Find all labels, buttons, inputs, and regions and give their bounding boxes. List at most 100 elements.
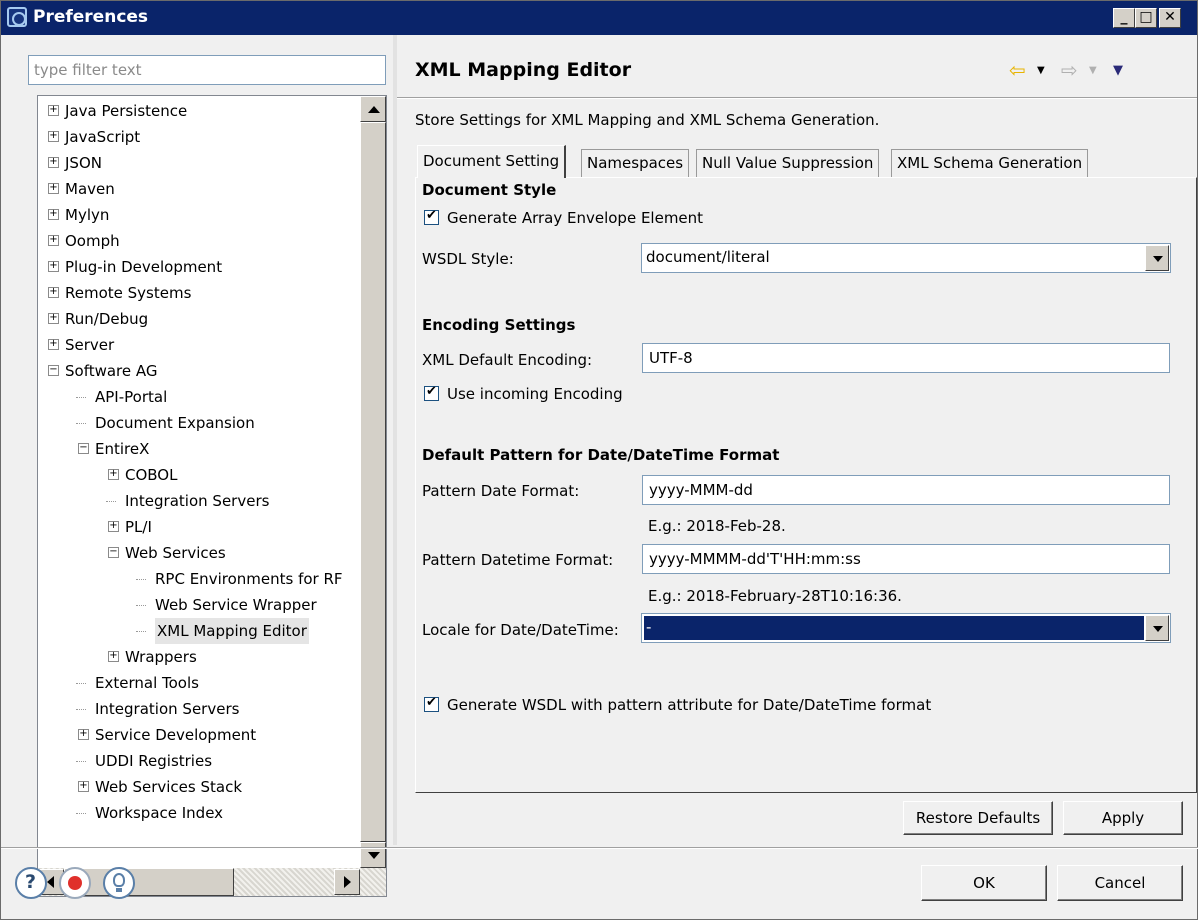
expand-icon[interactable]: +: [48, 157, 59, 168]
tree-item[interactable]: − Web Services: [38, 540, 360, 566]
wsdl-pattern-checkbox-row[interactable]: Generate WSDL with pattern attribute for…: [424, 695, 1024, 716]
tree-item[interactable]: + Mylyn: [38, 202, 360, 228]
tab-null-value-suppression[interactable]: Null Value Suppression: [696, 149, 880, 177]
locale-dropdown-icon[interactable]: [1145, 615, 1169, 641]
tree-item-label: Web Services Stack: [95, 778, 243, 796]
tab-namespaces[interactable]: Namespaces: [581, 149, 690, 177]
expand-icon[interactable]: +: [48, 105, 59, 116]
tree-item[interactable]: + JavaScript: [38, 124, 360, 150]
view-menu-icon[interactable]: ▼: [1113, 63, 1123, 78]
expand-icon[interactable]: +: [78, 781, 89, 792]
expand-icon[interactable]: +: [48, 287, 59, 298]
wsdl-pattern-checkbox[interactable]: [424, 695, 439, 712]
tree-connector: [76, 709, 86, 710]
tree-item[interactable]: + Server: [38, 332, 360, 358]
document-style-heading: Document Style: [422, 181, 557, 199]
vertical-scroll-thumb[interactable]: [360, 122, 386, 842]
tree-item[interactable]: UDDI Registries: [38, 748, 360, 774]
page-navigation: ⇦ ▼ ⇨ ▼ ▼: [1009, 58, 1179, 83]
tree-item[interactable]: + Maven: [38, 176, 360, 202]
tree-item[interactable]: + Oomph: [38, 228, 360, 254]
use-incoming-checkbox[interactable]: [424, 384, 439, 401]
tree-item[interactable]: API-Portal: [38, 384, 360, 410]
title-bar: Preferences _ □ ✕: [1, 1, 1197, 35]
tree-item[interactable]: + Web Services Stack: [38, 774, 360, 800]
tree-item[interactable]: Integration Servers: [38, 488, 360, 514]
close-button[interactable]: ✕: [1159, 8, 1181, 28]
tree-item[interactable]: + Plug-in Development: [38, 254, 360, 280]
expand-icon[interactable]: +: [48, 209, 59, 220]
tree-item[interactable]: External Tools: [38, 670, 360, 696]
generate-envelope-checkbox-row[interactable]: Generate Array Envelope Element: [424, 208, 784, 229]
tree-connector: [76, 761, 86, 762]
forward-dropdown-icon[interactable]: ▼: [1089, 65, 1097, 76]
generate-envelope-checkbox[interactable]: [424, 208, 439, 225]
tree-item-label: Integration Servers: [95, 700, 240, 718]
scroll-down-button[interactable]: [360, 842, 386, 868]
locale-select[interactable]: -: [641, 613, 1171, 643]
tree-item[interactable]: Workspace Index: [38, 800, 360, 826]
tree-item[interactable]: RPC Environments for RF: [38, 566, 360, 592]
back-arrow-icon[interactable]: ⇦: [1009, 58, 1026, 82]
expand-icon[interactable]: +: [48, 235, 59, 246]
tree-item[interactable]: + PL/I: [38, 514, 360, 540]
window-title: Preferences: [33, 7, 149, 27]
filter-input[interactable]: [28, 55, 386, 85]
use-incoming-checkbox-row[interactable]: Use incoming Encoding: [424, 384, 724, 405]
tree-item[interactable]: + Wrappers: [38, 644, 360, 670]
record-macro-icon[interactable]: [59, 867, 91, 899]
expand-icon[interactable]: +: [78, 729, 89, 740]
page-description: Store Settings for XML Mapping and XML S…: [415, 111, 880, 129]
restore-defaults-button[interactable]: Restore Defaults: [903, 801, 1053, 835]
expand-icon[interactable]: +: [48, 313, 59, 324]
tab-document-setting[interactable]: Document Setting: [417, 145, 567, 178]
tree-item-label: COBOL: [125, 466, 178, 484]
tree-item[interactable]: + JSON: [38, 150, 360, 176]
expand-icon[interactable]: +: [48, 261, 59, 272]
default-encoding-field[interactable]: [642, 343, 1170, 373]
tree-item[interactable]: + Remote Systems: [38, 280, 360, 306]
expand-icon[interactable]: +: [108, 651, 119, 662]
maximize-button[interactable]: □: [1135, 8, 1157, 28]
tree-item-label: Maven: [65, 180, 115, 198]
minimize-button[interactable]: _: [1113, 8, 1135, 28]
expand-icon[interactable]: +: [48, 339, 59, 350]
use-incoming-label: Use incoming Encoding: [447, 385, 623, 403]
cancel-button[interactable]: Cancel: [1057, 865, 1183, 901]
tree-item[interactable]: − EntireX: [38, 436, 360, 462]
tree-item[interactable]: + Service Development: [38, 722, 360, 748]
tree-item[interactable]: + Run/Debug: [38, 306, 360, 332]
ok-button[interactable]: OK: [921, 865, 1047, 901]
tree-item[interactable]: Integration Servers: [38, 696, 360, 722]
tree-vertical-scrollbar[interactable]: [360, 96, 386, 868]
tree-item[interactable]: Web Service Wrapper: [38, 592, 360, 618]
wsdl-style-dropdown-icon[interactable]: [1145, 245, 1169, 271]
wsdl-style-select[interactable]: document/literal: [641, 243, 1171, 273]
encoding-heading: Encoding Settings: [422, 316, 576, 334]
back-dropdown-icon[interactable]: ▼: [1037, 65, 1045, 76]
tab-xml-schema-generation[interactable]: XML Schema Generation: [891, 149, 1089, 177]
expand-icon[interactable]: +: [108, 469, 119, 480]
tree-item-label: Java Persistence: [65, 102, 188, 120]
lightbulb-tip-icon[interactable]: [103, 867, 135, 899]
expand-icon[interactable]: +: [48, 131, 59, 142]
datetime-pattern-field[interactable]: [642, 544, 1170, 574]
tree-item[interactable]: + Java Persistence: [38, 98, 360, 124]
collapse-icon[interactable]: −: [48, 365, 59, 376]
tree-item[interactable]: − Software AG: [38, 358, 360, 384]
collapse-icon[interactable]: −: [78, 443, 89, 454]
tree-item[interactable]: Document Expansion: [38, 410, 360, 436]
tree-item[interactable]: XML Mapping Editor: [38, 618, 360, 644]
collapse-icon[interactable]: −: [108, 547, 119, 558]
help-icon[interactable]: ?: [15, 867, 47, 899]
tree-item[interactable]: + COBOL: [38, 462, 360, 488]
date-pattern-field[interactable]: [642, 475, 1170, 505]
expand-icon[interactable]: +: [108, 521, 119, 532]
expand-icon[interactable]: +: [48, 183, 59, 194]
apply-button[interactable]: Apply: [1063, 801, 1183, 835]
scroll-right-button[interactable]: [334, 869, 360, 895]
tree-item-label: JavaScript: [65, 128, 141, 146]
scroll-up-button[interactable]: [360, 96, 386, 122]
tree-item-label: Web Service Wrapper: [155, 596, 317, 614]
forward-arrow-icon[interactable]: ⇨: [1061, 58, 1078, 82]
